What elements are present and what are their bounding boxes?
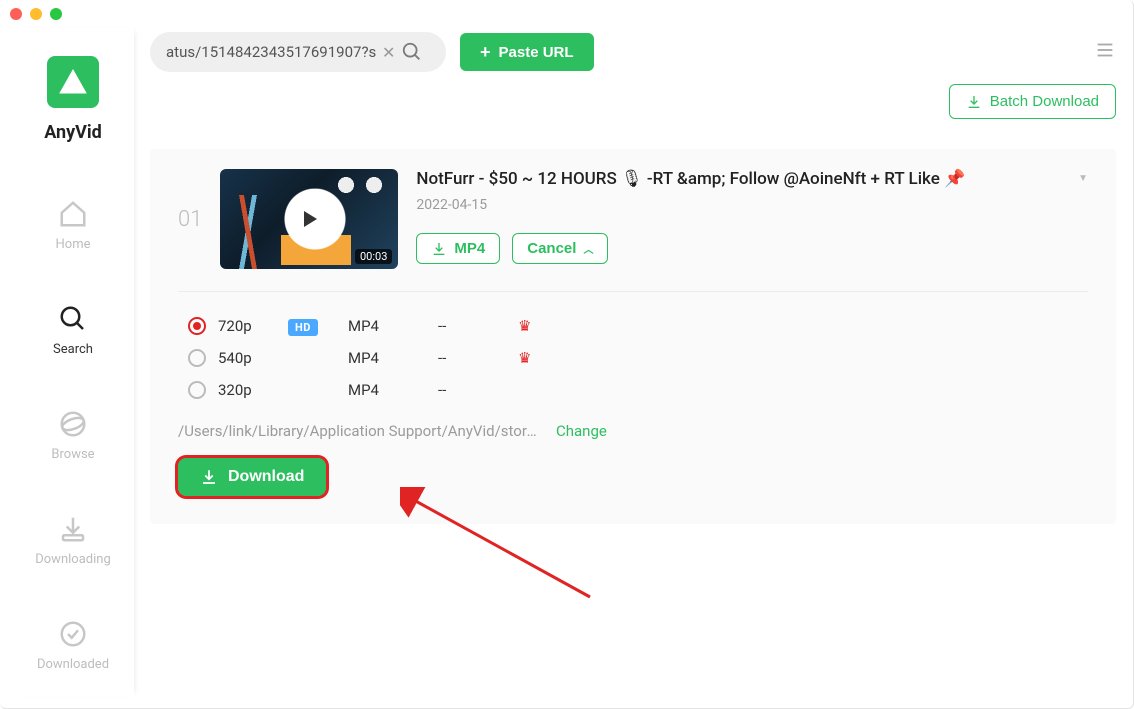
save-path: /Users/link/Library/Application Support/… [178, 422, 538, 440]
change-path-link[interactable]: Change [556, 422, 607, 440]
cancel-button[interactable]: Cancel ︿ [512, 233, 608, 264]
cancel-label: Cancel [527, 240, 576, 257]
sidebar-item-label: Downloading [35, 552, 111, 567]
window-close-icon[interactable] [10, 8, 22, 20]
container: MP4 [348, 381, 438, 399]
app-logo-icon [47, 56, 99, 108]
window-controls [10, 8, 62, 20]
sidebar-item-label: Search [53, 342, 93, 357]
format-row[interactable]: 720p HD MP4 -- ♛ [178, 310, 1088, 342]
result-index: 01 [178, 207, 202, 232]
mp4-download-button[interactable]: MP4 [416, 233, 500, 264]
url-input[interactable] [166, 43, 376, 61]
video-duration: 00:03 [355, 249, 392, 264]
download-icon [200, 468, 218, 486]
video-thumbnail[interactable]: 00:03 [220, 169, 398, 269]
sidebar-item-label: Browse [51, 447, 94, 462]
clear-url-icon[interactable]: ✕ [382, 43, 395, 62]
format-options: 720p HD MP4 -- ♛ 540p MP4 -- ♛ 320p MP4 … [178, 310, 1088, 406]
filesize: -- [438, 349, 518, 367]
hamburger-menu-button[interactable] [1094, 39, 1116, 65]
hd-badge: HD [288, 319, 318, 336]
sidebar-item-home[interactable]: Home [56, 199, 91, 252]
sidebar-item-browse[interactable]: Browse [51, 409, 94, 462]
sidebar: AnyVid Home Search Browse Downloading Do… [12, 28, 134, 697]
premium-crown-icon: ♛ [518, 317, 558, 335]
radio-icon[interactable] [188, 317, 206, 335]
chevron-up-icon: ︿ [583, 241, 593, 256]
sidebar-item-downloaded[interactable]: Downloaded [37, 619, 109, 672]
window-minimize-icon[interactable] [30, 8, 42, 20]
container: MP4 [348, 349, 438, 367]
filesize: -- [438, 317, 518, 335]
paste-url-button[interactable]: + Paste URL [460, 33, 594, 71]
sidebar-item-downloading[interactable]: Downloading [35, 514, 111, 567]
search-icon[interactable] [401, 41, 423, 63]
url-field-wrap: ✕ [150, 32, 446, 72]
sidebar-item-label: Home [56, 237, 91, 252]
download-icon [966, 94, 982, 110]
collapse-caret-icon[interactable]: ▼ [1078, 169, 1088, 184]
sidebar-item-search[interactable]: Search [53, 304, 93, 357]
resolution: 320p [218, 381, 288, 399]
resolution: 720p [218, 317, 288, 335]
video-date: 2022-04-15 [416, 197, 1088, 213]
radio-icon[interactable] [188, 349, 206, 367]
play-icon[interactable] [289, 199, 329, 239]
paste-url-label: Paste URL [499, 44, 574, 61]
main-content: Batch Download 01 00:03 NotFurr - $50 ~ … [150, 84, 1116, 524]
radio-icon[interactable] [188, 381, 206, 399]
batch-download-label: Batch Download [990, 93, 1099, 110]
app-name: AnyVid [44, 122, 102, 143]
format-row[interactable]: 540p MP4 -- ♛ [178, 342, 1088, 374]
download-icon [431, 241, 447, 257]
resolution: 540p [218, 349, 288, 367]
format-row[interactable]: 320p MP4 -- [178, 374, 1088, 406]
top-bar: ✕ + Paste URL [150, 30, 1116, 74]
download-label: Download [228, 468, 304, 486]
filesize: -- [438, 381, 518, 399]
download-button[interactable]: Download [178, 458, 326, 496]
result-card: 01 00:03 NotFurr - $50 ~ 12 HOURS 🎙 -RT … [150, 149, 1116, 524]
window-maximize-icon[interactable] [50, 8, 62, 20]
video-title: NotFurr - $50 ~ 12 HOURS 🎙 -RT &amp; Fol… [416, 169, 965, 189]
premium-crown-icon: ♛ [518, 349, 558, 367]
mp4-label: MP4 [454, 240, 485, 257]
container: MP4 [348, 317, 438, 335]
sidebar-nav: Home Search Browse Downloading Downloade… [35, 199, 111, 672]
batch-download-button[interactable]: Batch Download [949, 84, 1116, 119]
sidebar-item-label: Downloaded [37, 657, 109, 672]
